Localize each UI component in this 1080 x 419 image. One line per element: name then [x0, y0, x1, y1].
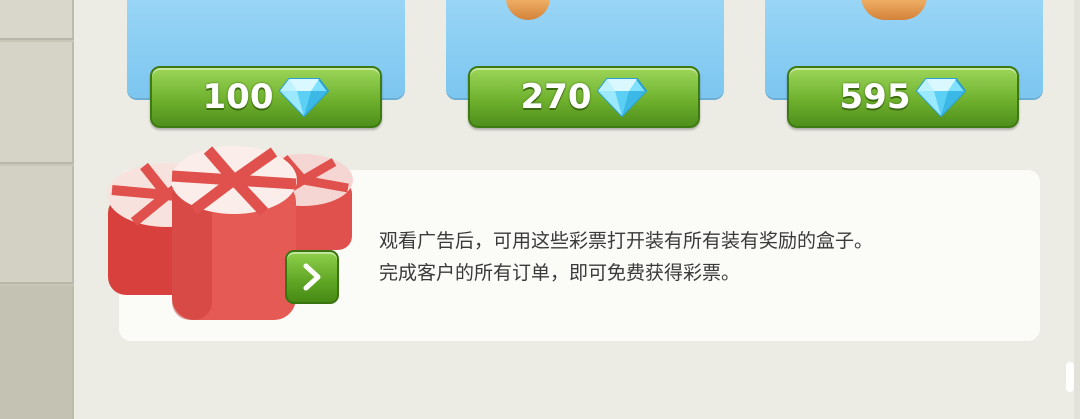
chevron-right-icon: [303, 263, 321, 291]
info-text: 观看广告后，可用这些彩票打开装有所有装有奖励的盒子。 完成客户的所有订单，即可免…: [379, 225, 1019, 289]
price-value: 270: [520, 77, 592, 117]
diamond-icon: [916, 78, 967, 117]
diamond-icon: [279, 78, 330, 117]
cookie-icon: [506, 0, 550, 20]
buy-button[interactable]: 270: [468, 66, 700, 128]
left-sidebar: [0, 0, 74, 419]
sidebar-slot[interactable]: [0, 166, 74, 284]
price-value: 100: [202, 77, 274, 117]
buy-button[interactable]: 595: [787, 66, 1019, 128]
scrollbar-thumb[interactable]: [1066, 362, 1074, 392]
info-line-1: 观看广告后，可用这些彩票打开装有所有装有奖励的盒子。: [379, 230, 874, 252]
info-line-2: 完成客户的所有订单，即可免费获得彩票。: [379, 262, 741, 284]
sidebar-slot: [0, 286, 74, 419]
cookie-icon: [861, 0, 927, 20]
price-value: 595: [839, 77, 911, 117]
diamond-icon: [597, 78, 648, 117]
sidebar-slot[interactable]: [0, 42, 74, 164]
sidebar-slot[interactable]: [0, 0, 74, 40]
scrollbar-track[interactable]: [1074, 0, 1080, 419]
buy-button[interactable]: 100: [150, 66, 382, 128]
next-button[interactable]: [285, 250, 339, 304]
